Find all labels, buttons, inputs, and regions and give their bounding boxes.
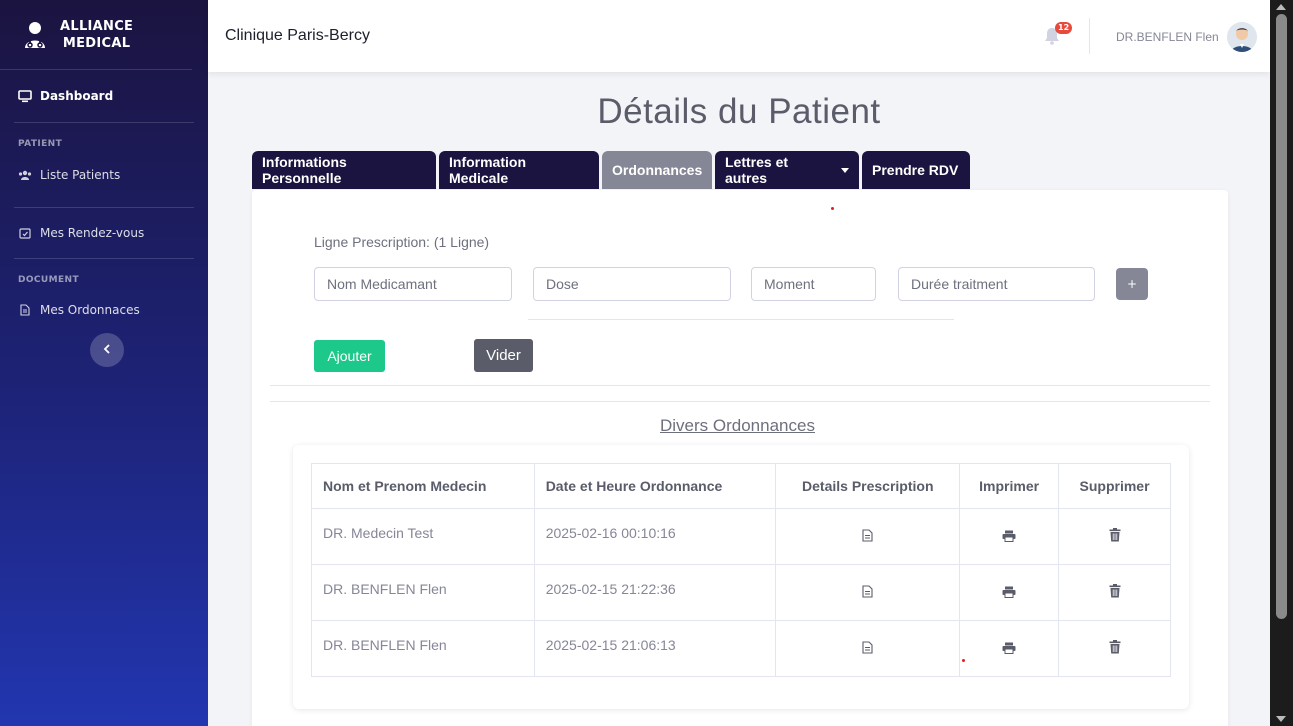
cell-imprimer (959, 508, 1060, 565)
tab-label: Information Medicale (449, 154, 526, 186)
divider (270, 385, 1210, 386)
add-line-button[interactable]: + (1116, 268, 1148, 300)
tab-prendre-rdv[interactable]: Prendre RDV (862, 151, 970, 189)
trash-icon[interactable] (1109, 528, 1121, 545)
cell-date: 2025-02-15 21:22:36 (533, 564, 777, 621)
scroll-up-arrow-icon[interactable] (1276, 4, 1286, 10)
ajouter-button[interactable]: Ajouter (314, 340, 385, 372)
prescription-label: Ligne Prescription: (1 Ligne) (314, 234, 490, 250)
vider-button[interactable]: Vider (474, 339, 533, 372)
print-icon[interactable] (1002, 529, 1016, 545)
print-icon[interactable] (1002, 585, 1016, 601)
red-dot (831, 207, 834, 210)
tab-label: Lettres et autres (725, 154, 789, 186)
table-row: DR. BENFLEN Flen 2025-02-15 21:22:36 (311, 564, 1171, 621)
sidebar-item-liste-patients[interactable]: Liste Patients (0, 155, 208, 195)
sidebar-item-mes-rdv[interactable]: Mes Rendez-vous (0, 208, 208, 258)
scroll-down-arrow-icon[interactable] (1276, 716, 1286, 722)
tab-label: Informations Personnelle (262, 154, 347, 186)
sidebar-item-label: Dashboard (40, 89, 114, 103)
monitor-icon (18, 89, 32, 103)
scroll-thumb[interactable] (1276, 14, 1287, 619)
trash-icon[interactable] (1109, 584, 1121, 601)
table-row: DR. Medecin Test 2025-02-16 00:10:16 (311, 508, 1171, 565)
notification-badge: 12 (1055, 22, 1073, 34)
sidebar-item-mes-ordonnances[interactable]: Mes Ordonnaces (0, 291, 208, 329)
medicament-input[interactable] (314, 267, 512, 301)
tab-information-medicale[interactable]: Information Medicale (439, 151, 599, 189)
tab-lettres-et-autres[interactable]: Lettres et autres (715, 151, 859, 189)
section-heading-document: DOCUMENT (18, 275, 80, 285)
page-scrollbar[interactable] (1270, 0, 1293, 726)
topbar-divider (1089, 18, 1090, 54)
user-name: DR.BENFLEN Flen (1116, 30, 1219, 44)
moment-input[interactable] (751, 267, 876, 301)
topbar: Clinique Paris-Bercy 12 DR.BENFLEN Flen (208, 0, 1270, 72)
tab-label: Prendre RDV (872, 162, 959, 178)
file-text-icon[interactable] (862, 640, 873, 657)
calendar-check-icon (18, 226, 32, 240)
cell-details (775, 620, 961, 677)
cell-medecin: DR. BENFLEN Flen (311, 564, 535, 621)
bell-icon (1044, 28, 1060, 49)
ordonnances-section-title: Divers Ordonnances (660, 416, 815, 435)
duree-input[interactable] (898, 267, 1095, 301)
table-header-row: Nom et Prenom Medecin Date et Heure Ordo… (311, 463, 1171, 509)
ordonnances-panel: Ligne Prescription: (1 Ligne) + Ajouter … (252, 190, 1228, 726)
tab-informations-personnelle[interactable]: Informations Personnelle (252, 151, 436, 189)
cell-details (775, 508, 961, 565)
section-heading-patient: PATIENT (18, 139, 63, 149)
clinic-name: Clinique Paris-Bercy (225, 27, 370, 44)
tab-label: Ordonnances (612, 162, 703, 178)
sidebar: ALLIANCE MEDICAL Dashboard PATIENT Liste… (0, 0, 208, 726)
plus-icon: + (1126, 277, 1138, 291)
caret-down-icon (841, 167, 849, 173)
tab-ordonnances[interactable]: Ordonnances (602, 151, 712, 189)
file-text-icon[interactable] (862, 584, 873, 601)
sidebar-item-label: Mes Ordonnaces (40, 303, 140, 317)
cell-supprimer (1058, 564, 1171, 621)
ordonnances-table: Nom et Prenom Medecin Date et Heure Ordo… (311, 463, 1171, 677)
file-text-icon[interactable] (862, 528, 873, 545)
ordonnances-table-card: Nom et Prenom Medecin Date et Heure Ordo… (293, 445, 1189, 709)
table-row: DR. BENFLEN Flen 2025-02-15 21:06:13 (311, 620, 1171, 677)
cell-medecin: DR. Medecin Test (311, 508, 535, 565)
column-header-details: Details Prescription (775, 463, 961, 509)
cell-supprimer (1058, 620, 1171, 677)
brand[interactable]: ALLIANCE MEDICAL (0, 0, 192, 70)
sidebar-toggle-button[interactable] (90, 333, 124, 367)
column-header-imprimer: Imprimer (959, 463, 1060, 509)
chevron-left-icon (103, 342, 111, 358)
notifications-button[interactable]: 12 (1044, 22, 1073, 49)
brand-name: ALLIANCE MEDICAL (60, 18, 133, 52)
users-icon (18, 168, 32, 182)
avatar (1226, 22, 1257, 52)
tab-bar: Informations Personnelle Information Med… (252, 151, 970, 189)
sidebar-item-label: Mes Rendez-vous (40, 226, 145, 240)
trash-icon[interactable] (1109, 640, 1121, 657)
cell-imprimer (959, 620, 1060, 677)
brand-line2: MEDICAL (62, 35, 131, 51)
column-header-date: Date et Heure Ordonnance (533, 463, 777, 509)
doctor-icon (24, 21, 46, 49)
cell-medecin: DR. BENFLEN Flen (311, 620, 535, 677)
cell-details (775, 564, 961, 621)
cell-date: 2025-02-15 21:06:13 (533, 620, 777, 677)
file-icon (18, 303, 32, 317)
divider (528, 319, 954, 320)
cell-imprimer (959, 564, 1060, 621)
column-header-supprimer: Supprimer (1058, 463, 1171, 509)
sidebar-item-label: Liste Patients (40, 168, 121, 182)
red-dot (962, 659, 966, 662)
brand-line1: ALLIANCE (60, 18, 134, 34)
sidebar-item-dashboard[interactable]: Dashboard (0, 70, 208, 122)
divider (270, 401, 1210, 402)
dose-input[interactable] (533, 267, 731, 301)
user-menu[interactable]: DR.BENFLEN Flen (1116, 22, 1257, 52)
cell-supprimer (1058, 508, 1171, 565)
column-header-medecin: Nom et Prenom Medecin (311, 463, 535, 509)
page-title: Détails du Patient (597, 92, 881, 131)
cell-date: 2025-02-16 00:10:16 (533, 508, 777, 565)
print-icon[interactable] (1002, 641, 1016, 657)
